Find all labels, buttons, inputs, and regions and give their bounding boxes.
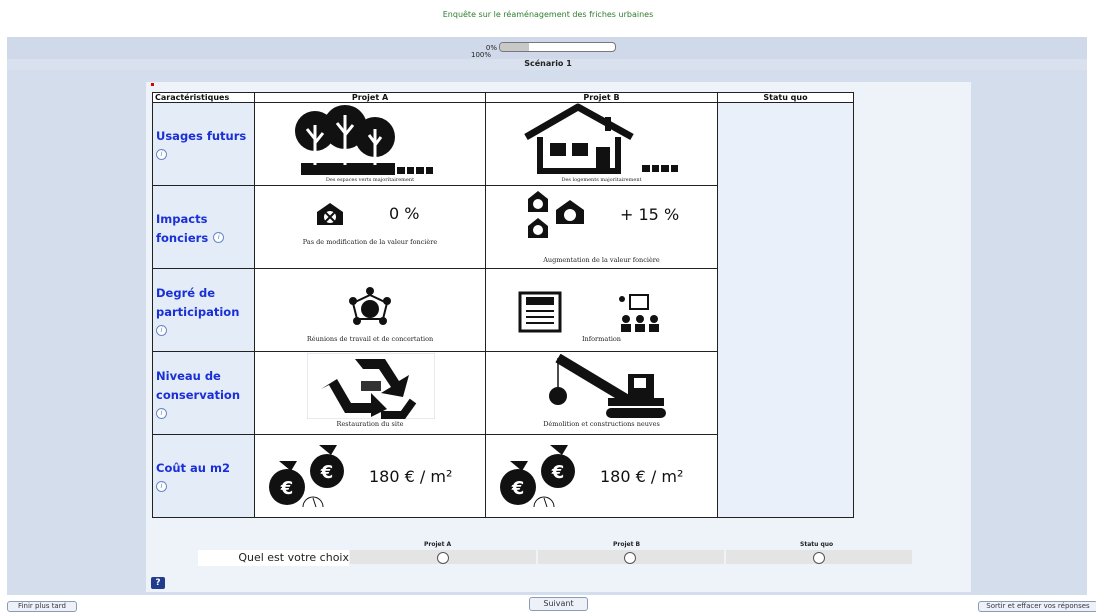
info-icon[interactable]: i [156, 481, 167, 492]
option-label-a: Projet A [424, 541, 452, 548]
info-icon[interactable]: i [213, 232, 225, 243]
cost-b: 180 € / m² [600, 467, 684, 486]
radio-projet-b[interactable] [624, 552, 636, 564]
svg-text:€: € [511, 478, 525, 499]
house-icon [524, 103, 678, 174]
trees-icon [295, 105, 433, 175]
meeting-circle-icon [349, 287, 391, 325]
cell-b-conservation: Démolition et constructions neuves [485, 351, 718, 435]
cell-b-cout: € € 180 € / m² [485, 434, 718, 518]
info-icon[interactable]: i [156, 407, 167, 419]
svg-text:€: € [280, 478, 294, 499]
cell-b-usages: Des logements majoritairement [485, 102, 718, 186]
option-cell-a [350, 550, 536, 564]
survey-title: Enquête sur le réaménagement des friches… [442, 10, 654, 19]
caption-a: Réunions de travail et de concertation [306, 335, 434, 343]
progress-bar [499, 42, 616, 52]
money-bags-euro-icon: € € [269, 445, 344, 508]
money-bags-euro-icon: € € [500, 445, 575, 508]
option-cell-b [538, 550, 724, 564]
land-value-b: + 15 % [620, 205, 680, 224]
scenario-title: Scénario 1 [524, 59, 572, 68]
header-projet-a: Projet A [254, 92, 486, 103]
attribute-niveau-conservation: Niveau de conservation i [152, 351, 255, 435]
caption-a: Des espaces verts majoritairement [325, 177, 415, 183]
option-cell-statu [726, 550, 912, 564]
attribute-impacts-fonciers: Impacts fonciers i [152, 185, 255, 269]
attribute-degre-participation: Degré de participation i [152, 268, 255, 352]
caption-b: Information [581, 335, 621, 343]
attribute-usages-futurs: Usages futurs i [152, 102, 255, 186]
statu-quo-column [717, 102, 854, 518]
choice-option-labels: Projet A Projet B Statu quo [330, 541, 910, 550]
cell-a-cout: € € 180 € / m² [254, 434, 486, 518]
caption-b: Démolition et constructions neuves [543, 420, 660, 428]
attribute-label: Usages futurs [156, 129, 247, 143]
caption-a: Restauration du site [336, 420, 404, 428]
option-label-b: Projet B [613, 541, 641, 548]
attribute-label: Impacts fonciers [156, 212, 209, 245]
header-statu-quo: Statu quo [717, 92, 854, 103]
radio-statu-quo[interactable] [813, 552, 825, 564]
info-icon[interactable]: i [156, 324, 167, 336]
land-value-a: 0 % [389, 204, 420, 223]
required-marker [151, 83, 154, 86]
wrecking-crane-icon [549, 354, 666, 418]
header-projet-b: Projet B [485, 92, 718, 103]
attribute-label: Coût au m2 [156, 461, 230, 475]
attribute-label: Degré de participation [156, 285, 240, 319]
choice-question: Quel est votre choix [198, 550, 349, 566]
attribute-label: Niveau de conservation [156, 368, 241, 402]
cell-a-conservation: Restauration du site [254, 351, 486, 435]
svg-text:€: € [320, 462, 334, 483]
progress-end-label: 100% [470, 51, 491, 59]
header-caracteristiques: Caractéristiques [152, 92, 255, 103]
cell-a-usages: Des espaces verts majoritairement [254, 102, 486, 186]
news-presentation-icon [518, 291, 659, 333]
next-button[interactable]: Suivant [529, 597, 588, 611]
recycle-icon [307, 353, 435, 419]
houses-euro-icon [528, 191, 584, 238]
cost-a: 180 € / m² [369, 467, 453, 486]
svg-text:€: € [551, 462, 565, 483]
help-button[interactable]: ? [151, 577, 165, 589]
choice-table: Caractéristiques Projet A Projet B Statu… [152, 92, 854, 518]
finish-later-button[interactable]: Finir plus tard [7, 601, 77, 612]
attribute-cout-m2: Coût au m2 i [152, 434, 255, 518]
radio-projet-a[interactable] [437, 552, 449, 564]
house-euro-crossed-icon [317, 203, 343, 225]
caption-a: Pas de modification de la valeur foncièr… [302, 238, 438, 246]
choice-row: Quel est votre choix [198, 550, 912, 566]
progress-fill [500, 43, 529, 51]
info-icon[interactable]: i [156, 149, 167, 160]
cell-a-impacts: 0 % Pas de modification de la valeur fon… [254, 185, 486, 269]
cell-b-impacts: + 15 % Augmentation de la valeur foncièr… [485, 185, 718, 269]
cell-a-participation: Réunions de travail et de concertation [254, 268, 486, 352]
option-label-statu: Statu quo [800, 541, 834, 548]
caption-b: Augmentation de la valeur foncière [543, 256, 660, 264]
exit-clear-button[interactable]: Sortir et effacer vos réponses [978, 601, 1096, 612]
caption-b: Des logements majoritairement [561, 177, 642, 183]
cell-b-participation: Information [485, 268, 718, 352]
